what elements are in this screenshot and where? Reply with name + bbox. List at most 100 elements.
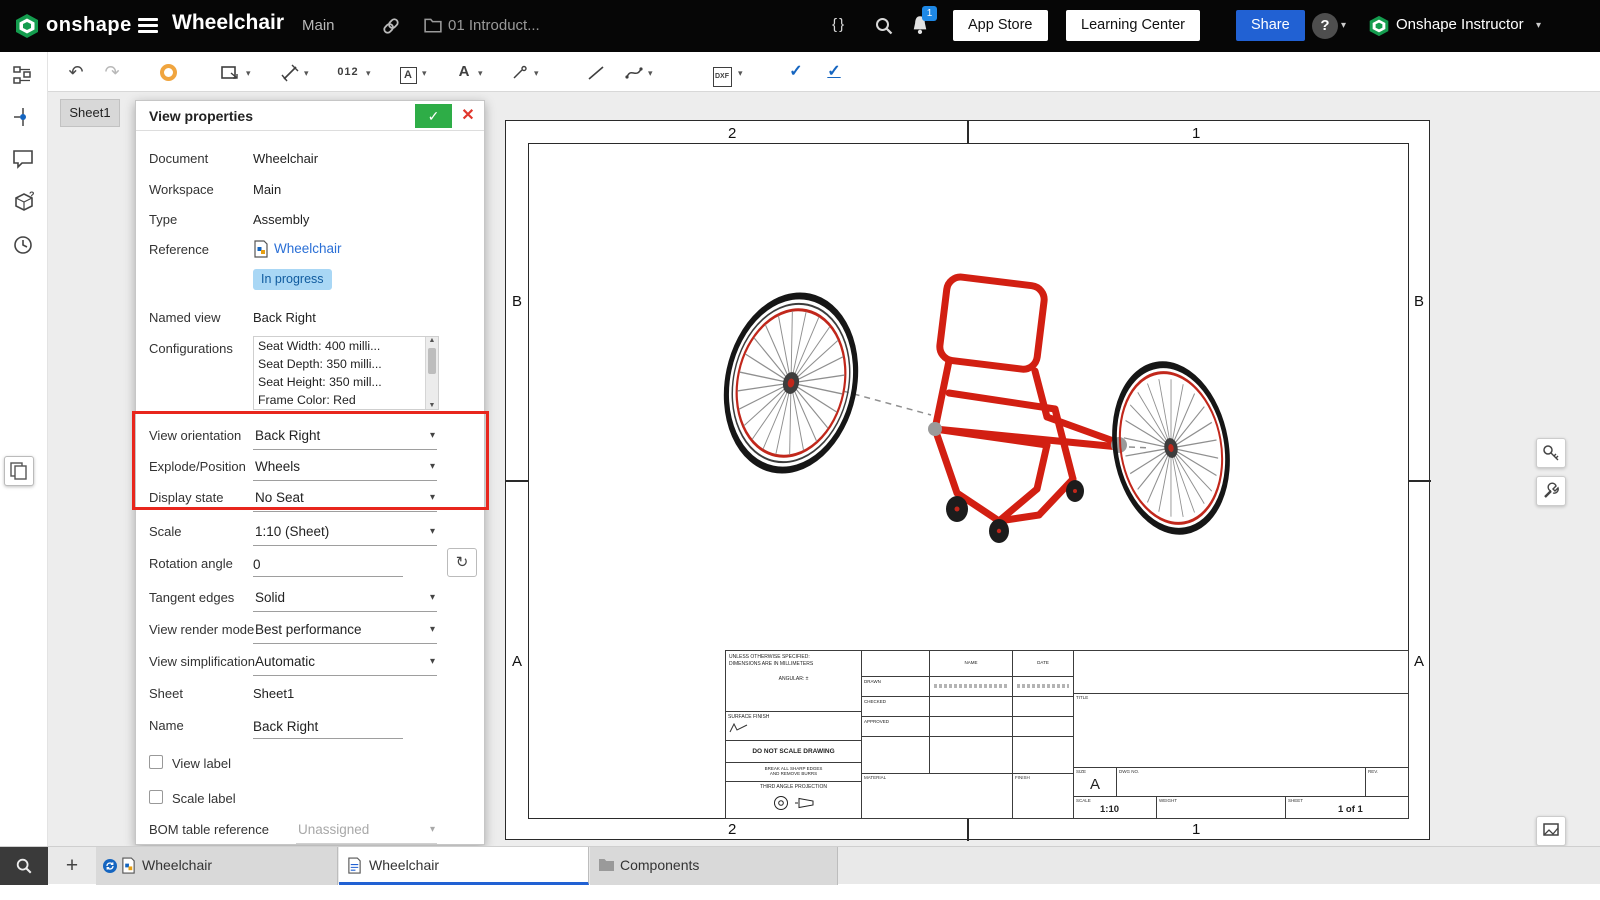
plot-sheet-icon[interactable] [1536, 816, 1566, 846]
surface-finish-label: SURFACE FINISH [728, 714, 769, 720]
dimension-icon[interactable] [278, 60, 302, 84]
featurescript-notices-icon[interactable]: { } [832, 16, 843, 33]
wheelchair-drawing-view[interactable] [691, 233, 1276, 578]
status-row: In progress [136, 269, 484, 299]
sheets-panel-button[interactable] [4, 456, 34, 486]
zone-label: A [1414, 653, 1424, 670]
line-icon[interactable] [584, 60, 608, 84]
accept-button[interactable]: ✓ [415, 104, 452, 128]
configuration-item: Seat Width: 400 milli... [254, 337, 422, 355]
comment-icon[interactable] [12, 148, 36, 172]
onshape-app: onshape Wheelchair Main 01 Introduct... … [0, 0, 1600, 900]
field-value: Sheet1 [253, 686, 294, 701]
configurations-scrollbar[interactable]: ▲ ▼ [425, 337, 438, 409]
view-render-mode-row: View render mode Best performance ▾ [136, 617, 484, 647]
explode-position-dropdown[interactable]: Wheels ▾ [253, 455, 437, 481]
scale-dropdown[interactable]: 1:10 (Sheet) ▾ [253, 520, 437, 546]
tab-components-folder[interactable]: Components [590, 847, 838, 885]
drawing-sheet[interactable]: 2 1 2 1 B A B A [505, 120, 1430, 840]
dimension-point-icon[interactable] [12, 106, 36, 130]
tab-wheelchair-assembly[interactable]: Wheelchair [96, 847, 338, 885]
add-tab-button[interactable]: + [58, 851, 86, 881]
wrench-icon[interactable] [1536, 476, 1566, 506]
spline-caret-icon[interactable]: ▾ [648, 68, 653, 79]
title-header: TITLE [1076, 695, 1088, 700]
rotation-angle-input[interactable] [253, 552, 403, 577]
scale-label-checkbox[interactable] [149, 790, 163, 804]
drawn-date [1017, 684, 1069, 688]
history-icon[interactable] [12, 234, 36, 258]
view-label-checkbox[interactable] [149, 755, 163, 769]
chevron-down-icon: ▾ [430, 492, 435, 503]
insert-view-caret-icon[interactable]: ▾ [246, 68, 251, 79]
ordinate-caret-icon[interactable]: ▾ [366, 68, 371, 79]
folder-breadcrumb[interactable]: 01 Introduct... [448, 17, 540, 34]
inspect-sheet-icon[interactable]: ✓ [822, 60, 846, 84]
dropdown-value: Wheels [255, 459, 419, 474]
dimension-caret-icon[interactable]: ▾ [304, 68, 309, 79]
learning-center-button[interactable]: Learning Center [1066, 10, 1200, 41]
sheet-tab[interactable]: Sheet1 [60, 99, 120, 127]
hamburger-menu-icon[interactable] [138, 18, 158, 34]
reset-rotation-icon[interactable]: ↻ [447, 548, 477, 577]
callout-icon[interactable] [508, 60, 532, 84]
notifications-bell-icon[interactable]: 1 [910, 14, 930, 41]
simplification-dropdown[interactable]: Automatic ▾ [253, 650, 437, 676]
ordinate-dimension-icon[interactable]: 012 [336, 60, 360, 84]
search-icon[interactable] [874, 16, 894, 41]
status-badge: In progress [253, 269, 332, 290]
note-icon[interactable]: A [452, 60, 476, 84]
display-state-dropdown[interactable]: No Seat ▾ [253, 486, 437, 512]
onshape-logo-icon[interactable] [14, 13, 40, 44]
assembly-icon [253, 240, 269, 263]
named-view-row: Named view Back Right [136, 305, 484, 335]
drawing-tree-icon[interactable] [12, 64, 36, 88]
view-orientation-dropdown[interactable]: Back Right ▾ [253, 424, 437, 450]
reference-link[interactable]: Wheelchair [274, 241, 342, 256]
dxf-export-icon[interactable]: DXF [710, 60, 734, 84]
zone-label: 1 [1192, 821, 1200, 838]
redo-icon[interactable]: ↷ [100, 60, 124, 84]
units-note: DIMENSIONS ARE IN MILLIMETERS [729, 661, 858, 668]
update-views-indicator-icon[interactable] [160, 64, 177, 81]
angular-note: ANGULAR: ± [729, 676, 858, 683]
text-table-caret-icon[interactable]: ▾ [422, 68, 427, 79]
tab-search-icon[interactable] [0, 847, 48, 885]
tab-label: Wheelchair [142, 857, 212, 873]
checkbox-label: View label [172, 756, 231, 771]
scroll-up-icon[interactable]: ▲ [426, 337, 438, 344]
document-title[interactable]: Wheelchair [172, 11, 284, 35]
bom-reference-dropdown[interactable]: Unassigned ▾ [296, 818, 437, 844]
configuration-item: Seat Height: 350 mill... [254, 373, 422, 391]
insert-view-icon[interactable] [218, 60, 242, 84]
parts-question-icon[interactable]: ? [12, 190, 36, 214]
workspace-name[interactable]: Main [302, 17, 335, 34]
configurations-list[interactable]: Seat Width: 400 milli... Seat Depth: 350… [253, 336, 439, 410]
view-label-row: View label [136, 751, 484, 781]
share-button[interactable]: Share [1236, 10, 1305, 41]
measure-icon[interactable] [1536, 438, 1566, 468]
user-org-logo-icon [1368, 15, 1390, 42]
view-name-input[interactable] [253, 714, 403, 739]
callout-caret-icon[interactable]: ▾ [534, 68, 539, 79]
help-button[interactable]: ? [1312, 13, 1338, 39]
undo-icon[interactable]: ↶ [64, 60, 88, 84]
render-mode-dropdown[interactable]: Best performance ▾ [253, 618, 437, 644]
scrollbar-thumb[interactable] [428, 348, 436, 374]
user-menu-caret-icon[interactable]: ▾ [1536, 20, 1541, 31]
tangent-edges-dropdown[interactable]: Solid ▾ [253, 586, 437, 612]
app-store-button[interactable]: App Store [953, 10, 1048, 41]
scroll-down-icon[interactable]: ▼ [426, 402, 438, 409]
note-caret-icon[interactable]: ▾ [478, 68, 483, 79]
dropdown-value: 1:10 (Sheet) [255, 524, 419, 539]
help-caret-icon[interactable]: ▾ [1341, 20, 1346, 31]
spline-icon[interactable] [622, 60, 646, 84]
text-table-icon[interactable]: A [396, 60, 420, 84]
cancel-button[interactable]: ✕ [457, 105, 479, 127]
dxf-caret-icon[interactable]: ▾ [738, 68, 743, 79]
field-label: Explode/Position [149, 459, 246, 474]
tab-wheelchair-drawing[interactable]: Wheelchair [339, 847, 589, 885]
validate-sheet-icon[interactable]: ✓ [784, 60, 808, 84]
user-menu[interactable]: Onshape Instructor [1396, 16, 1524, 33]
share-link-icon[interactable] [382, 17, 400, 40]
